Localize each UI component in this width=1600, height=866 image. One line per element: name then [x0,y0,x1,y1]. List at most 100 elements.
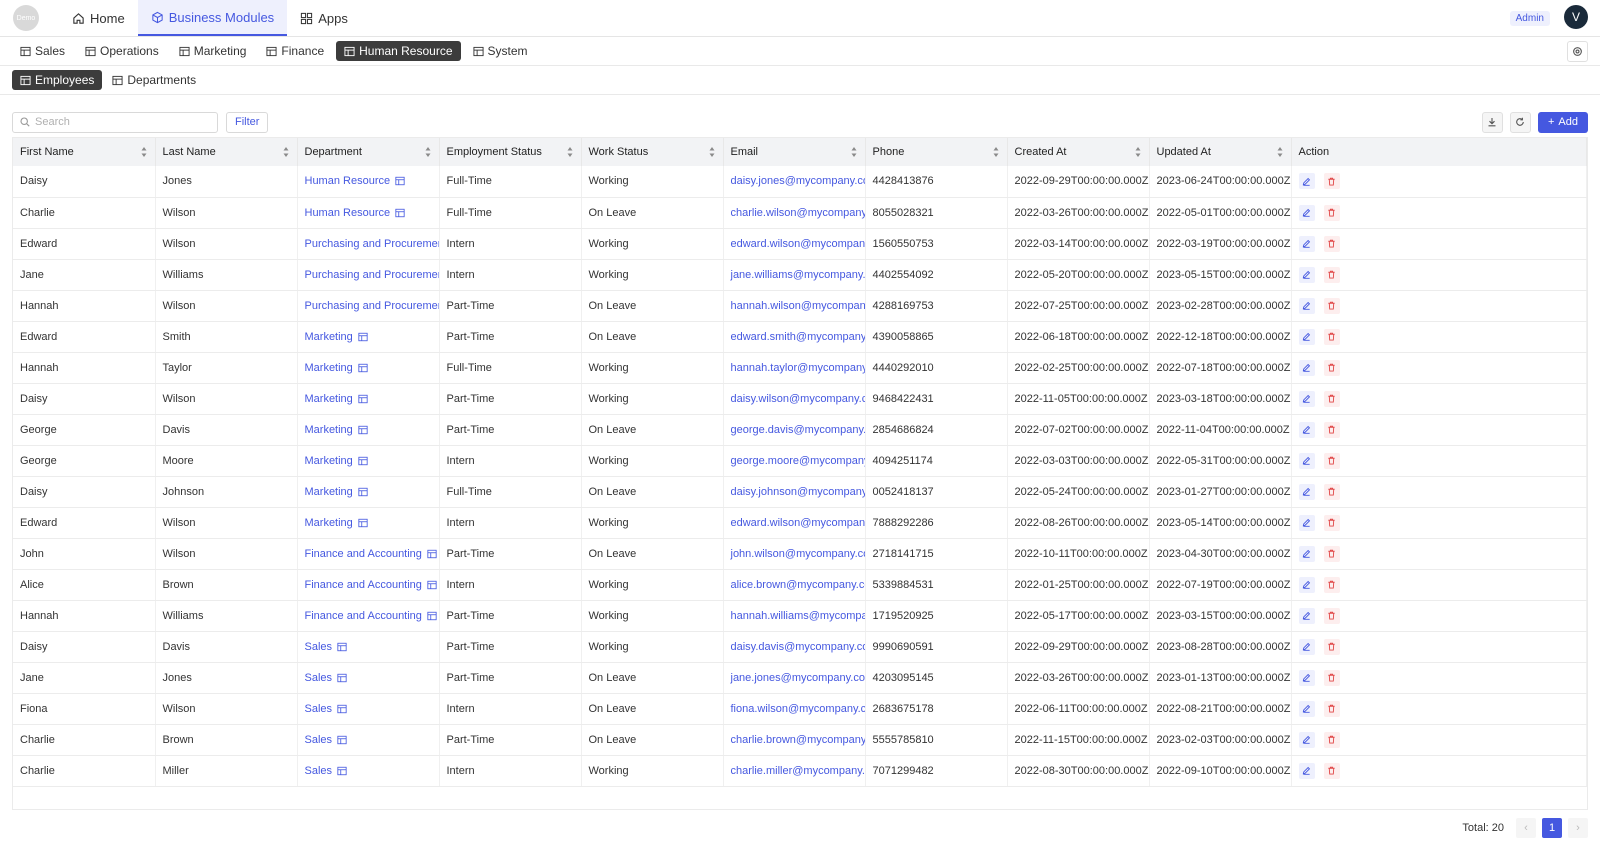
page-button[interactable]: 1 [1542,818,1562,838]
next-page-button[interactable]: › [1568,818,1588,838]
column-header-created-at[interactable]: Created At [1007,138,1150,166]
delete-button[interactable] [1323,452,1340,469]
email-link[interactable]: jane.jones@mycompany.com [723,662,866,694]
module-tab-sales[interactable]: Sales [12,41,73,61]
edit-button[interactable] [1298,297,1315,314]
edit-button[interactable] [1298,235,1315,252]
edit-button[interactable] [1298,762,1315,779]
refresh-button[interactable] [1509,111,1531,133]
edit-button[interactable] [1298,514,1315,531]
edit-button[interactable] [1298,669,1315,686]
edit-button[interactable] [1298,266,1315,283]
department-link[interactable]: Human Resource [305,175,406,187]
department-link[interactable]: Finance and Accounting [305,579,437,591]
email-link[interactable]: alice.brown@mycompany.com [723,569,866,601]
app-logo[interactable]: Demo [13,5,39,31]
table-row[interactable]: Charlie Wilson Human Resource Full-Time On L… [13,197,1587,229]
delete-button[interactable] [1323,731,1340,748]
edit-button[interactable] [1298,700,1315,717]
email-link[interactable]: charlie.brown@mycompany.com [723,724,866,756]
email-link[interactable]: edward.wilson@mycompany.com [723,507,866,539]
delete-button[interactable] [1323,545,1340,562]
email-link[interactable]: hannah.taylor@mycompany.com [723,352,866,384]
delete-button[interactable] [1323,514,1340,531]
edit-button[interactable] [1298,421,1315,438]
column-header-work-status[interactable]: Work Status [581,138,724,166]
table-row[interactable]: Daisy Davis Sales Part-Time Working daisy.dav… [13,631,1587,663]
email-link[interactable]: daisy.davis@mycompany.com [723,631,866,663]
edit-button[interactable] [1298,359,1315,376]
department-link[interactable]: Sales [305,765,348,777]
department-link[interactable]: Marketing [305,517,368,529]
sort-icon[interactable] [993,146,999,158]
table-row[interactable]: George Davis Marketing Part-Time On Leave geo… [13,414,1587,446]
delete-button[interactable] [1323,266,1340,283]
table-row[interactable]: Edward Wilson Marketing Intern Working edward… [13,507,1587,539]
column-header-phone[interactable]: Phone [865,138,1008,166]
delete-button[interactable] [1323,328,1340,345]
edit-button[interactable] [1298,483,1315,500]
module-tab-system[interactable]: System [465,41,536,61]
table-row[interactable]: Charlie Miller Sales Intern Working charlie.m… [13,755,1587,787]
subtab-employees[interactable]: Employees [12,70,103,90]
delete-button[interactable] [1323,173,1340,190]
edit-button[interactable] [1298,576,1315,593]
email-link[interactable]: fiona.wilson@mycompany.com [723,693,866,725]
add-button[interactable]: + Add [1537,111,1588,133]
department-link[interactable]: Sales [305,734,348,746]
module-tab-marketing[interactable]: Marketing [171,41,255,61]
delete-button[interactable] [1323,390,1340,407]
table-row[interactable]: Daisy Wilson Marketing Part-Time Working dais… [13,383,1587,415]
sort-icon[interactable] [851,146,857,158]
email-link[interactable]: edward.smith@mycompany.com [723,321,866,353]
edit-button[interactable] [1298,731,1315,748]
email-link[interactable]: hannah.williams@mycompany.com [723,600,866,632]
department-link[interactable]: Marketing [305,486,368,498]
sort-icon[interactable] [1277,146,1283,158]
column-header-updated-at[interactable]: Updated At [1149,138,1292,166]
department-link[interactable]: Sales [305,672,348,684]
table-row[interactable]: Edward Wilson Purchasing and Procurement In… [13,228,1587,260]
department-link[interactable]: Marketing [305,331,368,343]
table-row[interactable]: Jane Williams Purchasing and Procurement In… [13,259,1587,291]
module-tab-finance[interactable]: Finance [258,41,332,61]
delete-button[interactable] [1323,638,1340,655]
department-link[interactable]: Purchasing and Procurement [305,300,439,312]
column-header-action[interactable]: Action [1291,138,1587,166]
email-link[interactable]: john.wilson@mycompany.com [723,538,866,570]
module-tab-operations[interactable]: Operations [77,41,167,61]
email-link[interactable]: jane.williams@mycompany.com [723,259,866,291]
edit-button[interactable] [1298,452,1315,469]
email-link[interactable]: george.moore@mycompany.com [723,445,866,477]
table-row[interactable]: Hannah Taylor Marketing Full-Time Working han… [13,352,1587,384]
nav-apps[interactable]: Apps [287,0,361,36]
download-button[interactable] [1481,111,1503,133]
subtab-departments[interactable]: Departments [104,70,204,90]
sort-icon[interactable] [567,146,573,158]
delete-button[interactable] [1323,483,1340,500]
edit-button[interactable] [1298,607,1315,624]
table-row[interactable]: Daisy Jones Human Resource Full-Time Working… [13,166,1587,198]
department-link[interactable]: Sales [305,641,348,653]
department-link[interactable]: Marketing [305,455,368,467]
email-link[interactable]: charlie.wilson@mycompany.com [723,197,866,229]
column-header-employment-status[interactable]: Employment Status [439,138,582,166]
delete-button[interactable] [1323,762,1340,779]
delete-button[interactable] [1323,700,1340,717]
settings-button[interactable] [1567,41,1588,62]
table-row[interactable]: Hannah Williams Finance and Accounting Part… [13,600,1587,632]
department-link[interactable]: Finance and Accounting [305,610,437,622]
column-header-department[interactable]: Department [297,138,440,166]
sort-icon[interactable] [283,146,289,158]
delete-button[interactable] [1323,576,1340,593]
edit-button[interactable] [1298,328,1315,345]
search-box[interactable] [12,111,218,133]
module-tab-human-resource[interactable]: Human Resource [336,41,461,61]
sort-icon[interactable] [141,146,147,158]
prev-page-button[interactable]: ‹ [1516,818,1536,838]
delete-button[interactable] [1323,607,1340,624]
delete-button[interactable] [1323,204,1340,221]
delete-button[interactable] [1323,421,1340,438]
email-link[interactable]: charlie.miller@mycompany.com [723,755,866,787]
delete-button[interactable] [1323,297,1340,314]
